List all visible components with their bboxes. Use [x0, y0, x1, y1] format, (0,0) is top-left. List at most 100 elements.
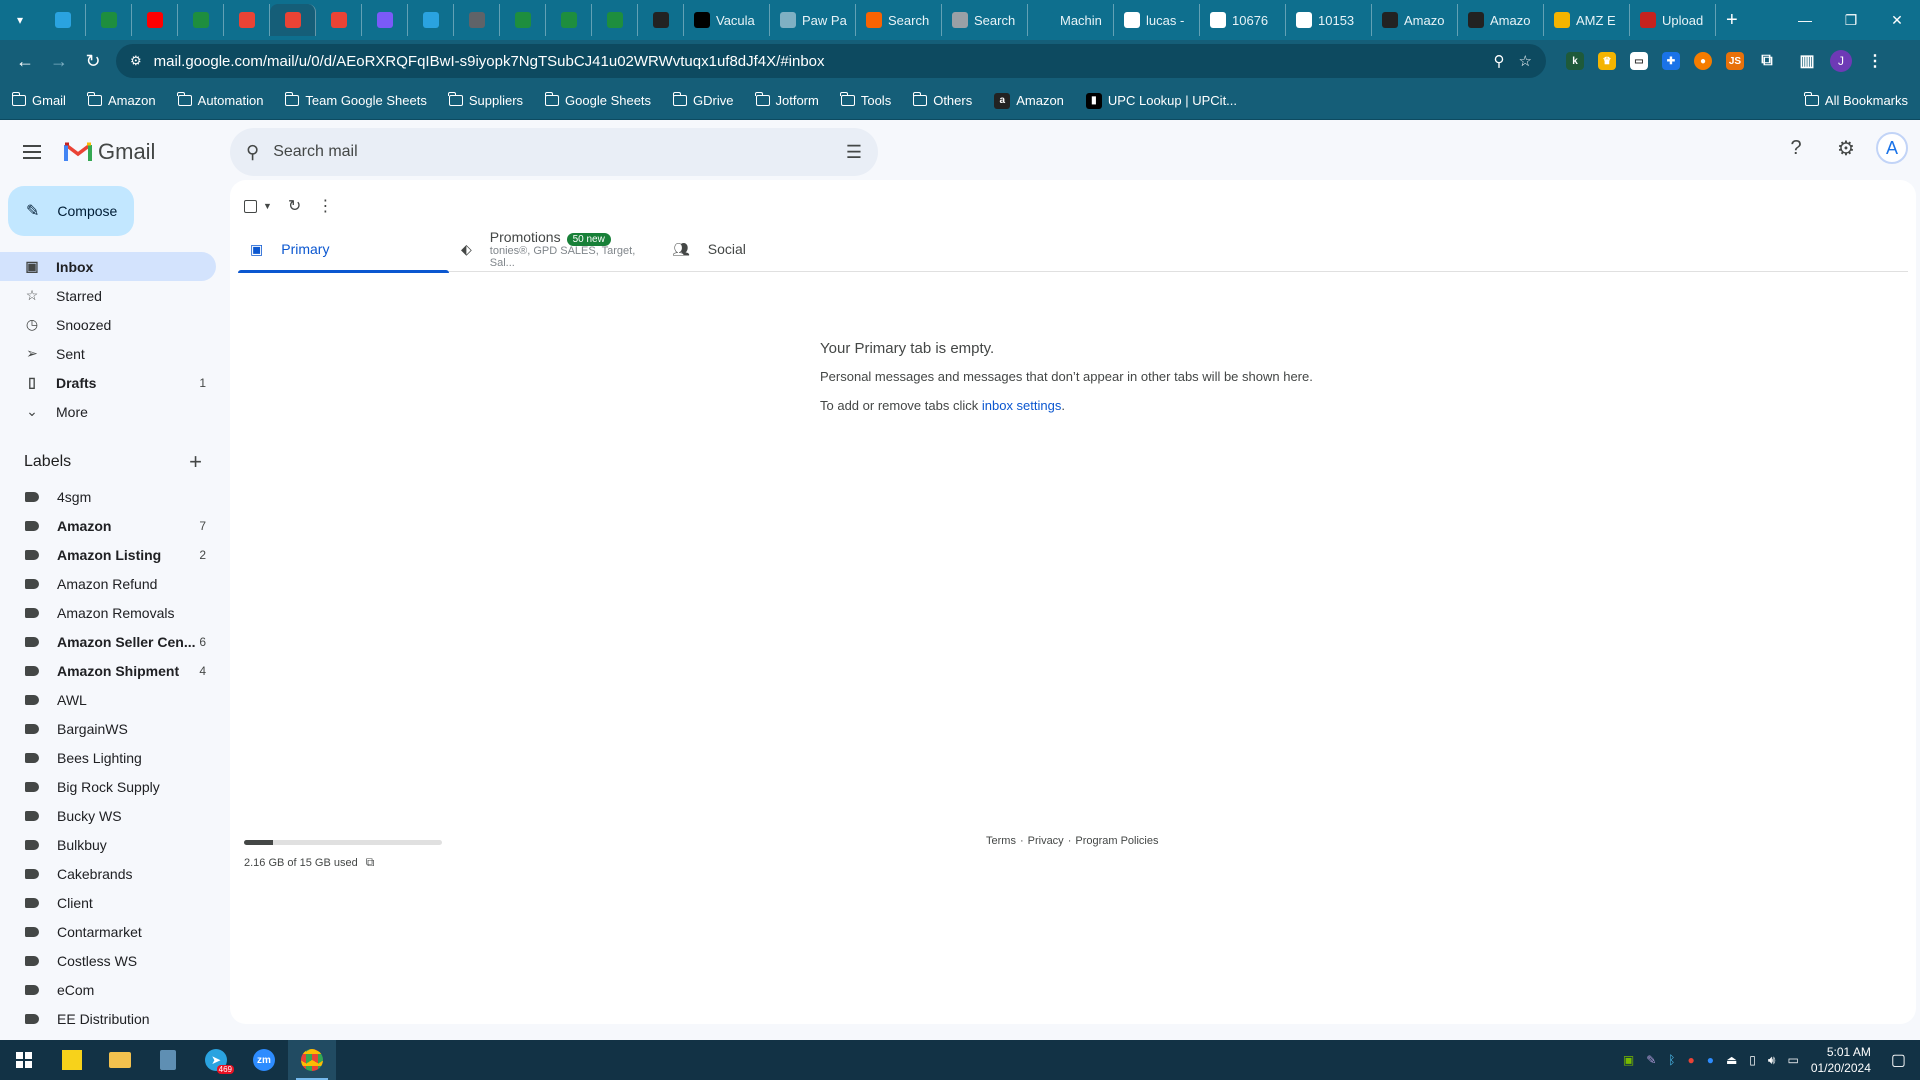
nav-item-sent[interactable]: ➢ Sent: [0, 339, 216, 368]
bookmark-item[interactable]: GDrive: [672, 92, 734, 108]
browser-tab[interactable]: [316, 4, 362, 36]
label-item[interactable]: eCom: [0, 975, 216, 1004]
extensions-puzzle-icon[interactable]: ⧉: [1758, 52, 1776, 70]
nav-item-starred[interactable]: ☆ Starred: [0, 281, 216, 310]
tab-social[interactable]: 👥︎ Social: [660, 226, 871, 272]
bookmark-item[interactable]: Jotform: [755, 92, 819, 108]
label-item[interactable]: 4sgm: [0, 482, 216, 511]
chrome-tray-icon[interactable]: ●: [1687, 1053, 1694, 1067]
settings-gear-icon[interactable]: ⚙: [1826, 128, 1866, 168]
search-input[interactable]: [273, 143, 846, 161]
browser-tab[interactable]: Amazo: [1458, 4, 1544, 36]
browser-menu-icon[interactable]: ⋮: [1866, 52, 1884, 70]
browser-tab[interactable]: [270, 4, 316, 36]
notifications-icon[interactable]: ▢: [1891, 1050, 1906, 1070]
sticky-notes-app[interactable]: [48, 1040, 96, 1080]
bookmark-item[interactable]: Google Sheets: [544, 92, 651, 108]
browser-tab[interactable]: [362, 4, 408, 36]
minimize-button[interactable]: —: [1782, 0, 1828, 40]
nav-item-inbox[interactable]: ▣ Inbox: [0, 252, 216, 281]
bookmark-item[interactable]: ▮ UPC Lookup | UPCit...: [1085, 92, 1237, 109]
browser-tab[interactable]: [224, 4, 270, 36]
search-options-icon[interactable]: ☰: [846, 142, 862, 163]
label-item[interactable]: Bulkbuy: [0, 830, 216, 859]
battery-tray-icon[interactable]: ▯: [1749, 1053, 1756, 1067]
bookmark-item[interactable]: Tools: [840, 92, 891, 108]
restore-button[interactable]: ❐: [1828, 0, 1874, 40]
compose-button[interactable]: ✎ Compose: [8, 186, 134, 236]
bookmark-item[interactable]: Amazon: [87, 92, 156, 108]
label-item[interactable]: EE Distribution: [0, 1004, 216, 1033]
zoom-tray-icon[interactable]: ●: [1707, 1053, 1714, 1067]
windows-start-button[interactable]: [0, 1040, 48, 1080]
terms-link[interactable]: Terms: [986, 835, 1016, 847]
label-item[interactable]: Faultless Brands: [0, 1033, 216, 1041]
volume-tray-icon[interactable]: 🔊︎: [1768, 1053, 1776, 1068]
browser-tab[interactable]: [546, 4, 592, 36]
label-item[interactable]: Amazon Removals: [0, 598, 216, 627]
browser-tab[interactable]: Upload: [1630, 4, 1716, 36]
extension-crown-icon[interactable]: ♛: [1598, 52, 1616, 70]
label-item[interactable]: Bucky WS: [0, 801, 216, 830]
browser-tab[interactable]: Search: [942, 4, 1028, 36]
label-item[interactable]: AWL: [0, 685, 216, 714]
search-icon[interactable]: ⚲: [246, 142, 259, 163]
browser-tab[interactable]: [40, 4, 86, 36]
label-item[interactable]: BargainWS: [0, 714, 216, 743]
telegram-app[interactable]: ➤ 469: [192, 1040, 240, 1080]
browser-tab[interactable]: [638, 4, 684, 36]
privacy-link[interactable]: Privacy: [1028, 835, 1064, 847]
bluetooth-tray-icon[interactable]: ᛒ: [1668, 1053, 1675, 1067]
bookmark-item[interactable]: Team Google Sheets: [284, 92, 427, 108]
usb-tray-icon[interactable]: ⏏: [1726, 1053, 1737, 1067]
label-item[interactable]: Amazon Seller Cen... 6: [0, 627, 216, 656]
label-item[interactable]: Costless WS: [0, 946, 216, 975]
extension-puzzle-blue-icon[interactable]: ✚: [1662, 52, 1680, 70]
label-item[interactable]: Amazon 7: [0, 511, 216, 540]
label-item[interactable]: Bees Lighting: [0, 743, 216, 772]
label-item[interactable]: Amazon Shipment 4: [0, 656, 216, 685]
support-icon[interactable]: ?: [1776, 128, 1816, 168]
account-avatar[interactable]: A: [1876, 132, 1908, 164]
browser-tab[interactable]: [86, 4, 132, 36]
network-tray-icon[interactable]: ▭: [1787, 1053, 1798, 1067]
program-policies-link[interactable]: Program Policies: [1075, 835, 1158, 847]
browser-tab[interactable]: [132, 4, 178, 36]
select-all-checkbox[interactable]: [244, 199, 257, 213]
pen-tray-icon[interactable]: ✎: [1646, 1053, 1656, 1067]
inbox-settings-link[interactable]: inbox settings: [982, 398, 1062, 413]
more-options-icon[interactable]: ⋮: [317, 196, 333, 216]
browser-tab[interactable]: 10676: [1200, 4, 1286, 36]
extension-orange-icon[interactable]: ●: [1694, 52, 1712, 70]
bookmark-item[interactable]: Gmail: [11, 92, 66, 108]
side-panel-icon[interactable]: ▥: [1798, 52, 1816, 70]
browser-tab[interactable]: Amazo: [1372, 4, 1458, 36]
all-bookmarks-button[interactable]: All Bookmarks: [1804, 92, 1908, 108]
forward-button[interactable]: →: [42, 44, 76, 78]
close-window-button[interactable]: ✕: [1874, 0, 1920, 40]
label-item[interactable]: Amazon Refund: [0, 569, 216, 598]
label-item[interactable]: Amazon Listing 2: [0, 540, 216, 569]
browser-tab[interactable]: [178, 4, 224, 36]
address-bar[interactable]: ⚙ mail.google.com/mail/u/0/d/AEoRXRQFqIB…: [116, 44, 1546, 78]
browser-tab[interactable]: Vacula: [684, 4, 770, 36]
browser-profile-avatar[interactable]: J: [1830, 50, 1852, 72]
bookmark-item[interactable]: Automation: [177, 92, 263, 108]
clock[interactable]: 5:01 AM 01/20/2024: [1811, 1044, 1871, 1076]
browser-tab[interactable]: [500, 4, 546, 36]
browser-tab[interactable]: Machin: [1028, 4, 1114, 36]
browser-tab[interactable]: Paw Pa: [770, 4, 856, 36]
nvidia-tray-icon[interactable]: ▣: [1623, 1053, 1634, 1067]
main-menu-button[interactable]: [8, 128, 56, 176]
zoom-icon[interactable]: ⚲: [1494, 52, 1505, 70]
browser-tab[interactable]: [408, 4, 454, 36]
external-link-icon[interactable]: ⧉: [366, 855, 375, 870]
tab-primary[interactable]: ▣ Primary: [238, 226, 449, 273]
browser-tab[interactable]: [592, 4, 638, 36]
bookmark-item[interactable]: a Amazon: [994, 92, 1064, 109]
extension-js-icon[interactable]: JS: [1726, 52, 1744, 70]
site-info-icon[interactable]: ⚙: [130, 53, 142, 69]
browser-tab[interactable]: AMZ E: [1544, 4, 1630, 36]
back-button[interactable]: ←: [8, 44, 42, 78]
new-tab-button[interactable]: +: [1726, 9, 1738, 32]
